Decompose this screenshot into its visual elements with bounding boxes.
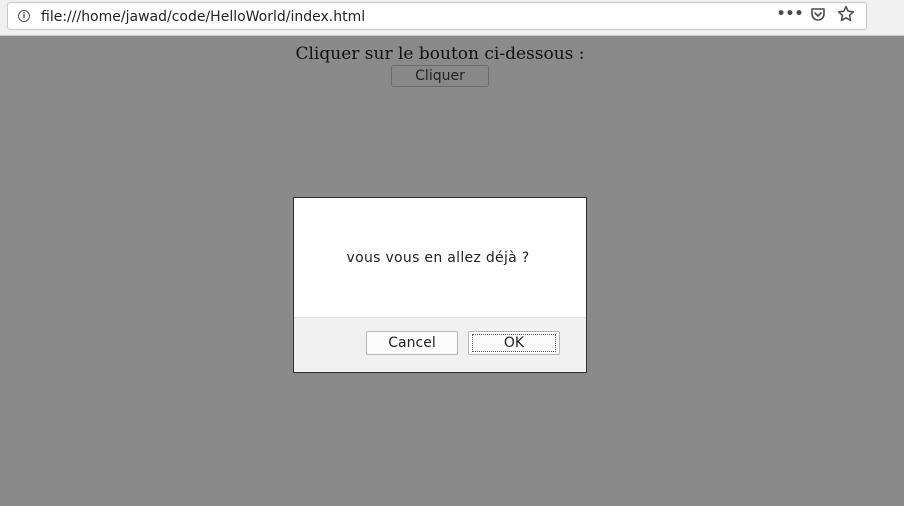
cancel-button[interactable]: Cancel (366, 331, 458, 355)
url-bar[interactable]: i file:///home/jawad/code/HelloWorld/ind… (7, 2, 867, 30)
info-icon[interactable]: i (18, 10, 30, 22)
bookmark-star-icon[interactable] (836, 4, 856, 24)
ok-button[interactable]: OK (468, 331, 560, 355)
click-button[interactable]: Cliquer (391, 65, 489, 87)
instruction-text: Cliquer sur le bouton ci-dessous : (295, 44, 585, 64)
confirm-dialog: vous vous en allez déjà ? Cancel OK (293, 197, 587, 373)
pocket-icon[interactable] (808, 4, 828, 24)
dialog-footer: Cancel OK (294, 317, 586, 372)
ok-button-label: OK (503, 335, 525, 351)
more-icon[interactable]: ••• (777, 4, 804, 24)
browser-toolbar: i file:///home/jawad/code/HelloWorld/ind… (0, 0, 904, 36)
dialog-message: vous vous en allez déjà ? (346, 250, 530, 266)
url-text[interactable]: file:///home/jawad/code/HelloWorld/index… (41, 8, 365, 26)
dialog-body: vous vous en allez déjà ? (294, 198, 586, 317)
